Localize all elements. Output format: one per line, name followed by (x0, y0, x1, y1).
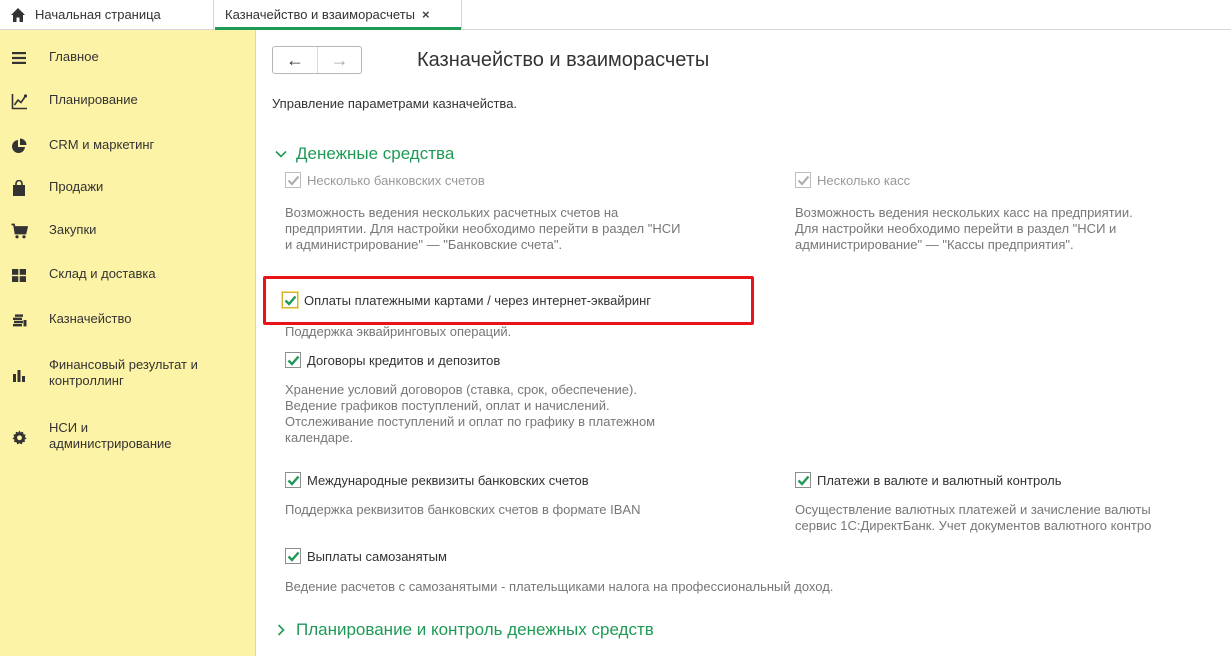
warehouse-icon (10, 266, 28, 284)
crm-pie-icon (10, 137, 28, 155)
checkbox-iban[interactable] (285, 472, 301, 488)
sidebar-item-main[interactable]: Главное (0, 49, 256, 67)
option-multi-cash: Несколько касс (795, 172, 910, 188)
sidebar-item-warehouse[interactable]: Склад и доставка (0, 266, 256, 284)
planning-chart-icon (10, 92, 28, 110)
sidebar-item-finance[interactable]: Финансовый результат и контроллинг (0, 357, 256, 389)
sidebar-item-sales[interactable]: Продажи (0, 179, 256, 197)
sidebar-item-planning[interactable]: Планирование (0, 92, 256, 110)
desc-card-payments: Поддержка эквайринговых операций. (285, 324, 512, 339)
menu-lines-icon (10, 49, 28, 67)
checkbox-multi-bank (285, 172, 301, 188)
option-multi-bank: Несколько банковских счетов (285, 172, 485, 188)
option-iban[interactable]: Международные реквизиты банковских счето… (285, 472, 589, 488)
shopping-bag-icon (10, 179, 28, 197)
history-nav: ← → (272, 46, 362, 74)
chevron-right-icon (277, 624, 285, 636)
sidebar-item-treasury[interactable]: Казначейство (0, 311, 256, 329)
coins-icon (10, 311, 28, 329)
sidebar-item-crm[interactable]: CRM и маркетинг (0, 137, 256, 155)
sidebar-item-admin[interactable]: НСИ и администрирование (0, 420, 256, 452)
highlight-box (263, 276, 754, 325)
checkbox-self-employed[interactable] (285, 548, 301, 564)
checkbox-loans[interactable] (285, 352, 301, 368)
sidebar: Главное Планирование CRM и маркетинг Про… (0, 30, 256, 656)
tab-home[interactable]: Начальная страница (0, 0, 214, 29)
section-cash-header[interactable]: Денежные средства (274, 144, 454, 164)
home-icon (11, 7, 25, 22)
page-subtitle: Управление параметрами казначейства. (272, 96, 518, 111)
tab-bar: Начальная страница Казначейство и взаимо… (0, 0, 1231, 30)
tab-treasury-label: Казначейство и взаиморасчеты (225, 7, 415, 22)
desc-multi-cash: Возможность ведения нескольких касс на п… (795, 205, 1133, 252)
checkbox-currency[interactable] (795, 472, 811, 488)
section-planning-header[interactable]: Планирование и контроль денежных средств (274, 620, 654, 640)
back-button[interactable]: ← (273, 47, 317, 73)
desc-iban: Поддержка реквизитов банковских счетов в… (285, 502, 641, 517)
desc-multi-bank: Возможность ведения нескольких расчетных… (285, 205, 681, 252)
chevron-down-icon (275, 150, 287, 158)
option-currency[interactable]: Платежи в валюте и валютный контроль (795, 472, 1062, 488)
bar-chart-icon (10, 367, 28, 385)
sidebar-item-purchases[interactable]: Закупки (0, 222, 256, 240)
desc-loans: Хранение условий договоров (ставка, срок… (285, 382, 656, 445)
checkbox-multi-cash (795, 172, 811, 188)
close-icon[interactable]: × (422, 8, 430, 21)
tab-home-label: Начальная страница (35, 7, 161, 22)
desc-currency: Осуществление валютных платежей и зачисл… (795, 502, 1152, 533)
desc-self-employed: Ведение расчетов с самозанятыми - плател… (285, 579, 834, 594)
forward-button[interactable]: → (316, 47, 361, 73)
page-title: Казначейство и взаиморасчеты (417, 49, 710, 71)
cart-icon (10, 222, 28, 240)
gear-icon (10, 428, 28, 446)
tab-treasury[interactable]: Казначейство и взаиморасчеты × (215, 0, 462, 30)
option-loans[interactable]: Договоры кредитов и депозитов (285, 352, 500, 368)
main-content: ← → Казначейство и взаиморасчеты Управле… (257, 30, 1231, 656)
option-self-employed[interactable]: Выплаты самозанятым (285, 548, 447, 564)
